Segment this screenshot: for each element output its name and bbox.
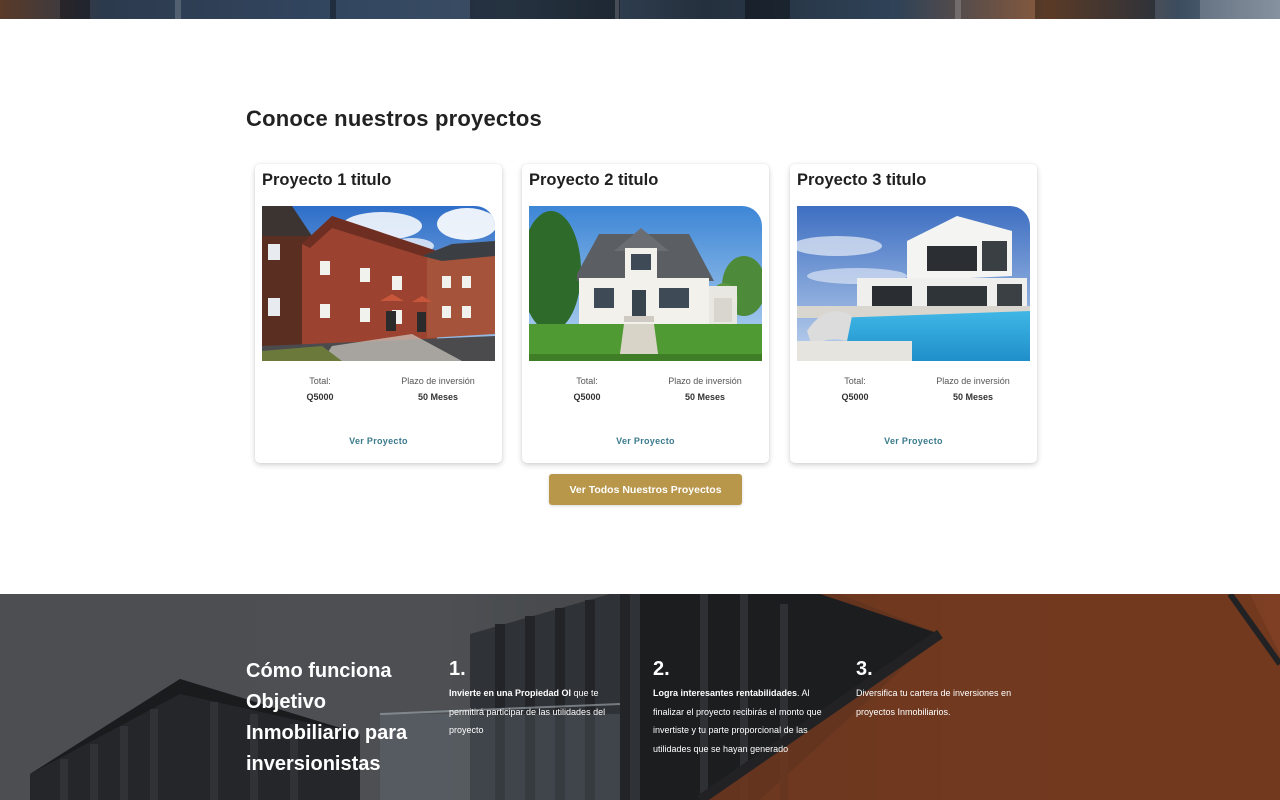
total-value: Q5000 [573, 392, 601, 402]
how-it-works-section: Cómo funciona Objetivo Inmobiliario para… [0, 594, 1280, 800]
step-number: 3. [856, 658, 873, 680]
projects-section-title: Conoce nuestros proyectos [246, 106, 542, 131]
view-all-projects-button[interactable]: Ver Todos Nuestros Proyectos [549, 474, 742, 505]
view-project-link[interactable]: Ver Proyecto [522, 436, 769, 446]
project-card-title: Proyecto 2 titulo [529, 171, 659, 189]
step-3: 3. Diversifica tu cartera de inversiones… [856, 656, 1036, 721]
step-text: Logra interesantes rentabilidades. Al fi… [653, 684, 838, 758]
how-it-works-title: Cómo funciona Objetivo Inmobiliario para… [246, 660, 408, 775]
step-body: Diversifica tu cartera de inversiones en… [856, 688, 1012, 717]
project-card-3: Proyecto 3 titulo Total: Q5000 Plazo de … [790, 164, 1037, 463]
step-number: 1. [449, 658, 466, 680]
hero-image-strip [0, 0, 1280, 19]
project-stats: Total: Q5000 Plazo de inversión 50 Meses [522, 376, 769, 406]
term-label: Plazo de inversión [668, 376, 742, 386]
step-highlight: Logra interesantes rentabilidades [653, 688, 798, 698]
term-label: Plazo de inversión [936, 376, 1010, 386]
white-suburban-house-image [529, 206, 762, 361]
total-label: Total: [844, 376, 866, 386]
total-value: Q5000 [306, 392, 334, 402]
term-value: 50 Meses [417, 392, 459, 402]
step-text: Invierte en una Propiedad OI que te perm… [449, 684, 634, 740]
project-cards: Proyecto 1 titulo Total: Q5000 Plazo de … [255, 164, 1037, 464]
total-stat: Total: Q5000 [525, 376, 649, 402]
project-card-2: Proyecto 2 titulo Total: Q5000 Plazo de … [522, 164, 769, 463]
view-project-link[interactable]: Ver Proyecto [255, 436, 502, 446]
project-card-1: Proyecto 1 titulo Total: Q5000 Plazo de … [255, 164, 502, 463]
view-project-link[interactable]: Ver Proyecto [790, 436, 1037, 446]
step-text: Diversifica tu cartera de inversiones en… [856, 684, 1036, 721]
term-stat: Plazo de inversión 50 Meses [376, 376, 500, 402]
total-label: Total: [309, 376, 331, 386]
step-number: 2. [653, 658, 670, 680]
total-label: Total: [576, 376, 598, 386]
step-2: 2. Logra interesantes rentabilidades. Al… [653, 656, 838, 758]
term-stat: Plazo de inversión 50 Meses [643, 376, 767, 402]
step-1: 1. Invierte en una Propiedad OI que te p… [449, 656, 634, 740]
total-stat: Total: Q5000 [258, 376, 382, 402]
term-stat: Plazo de inversión 50 Meses [911, 376, 1035, 402]
term-label: Plazo de inversión [401, 376, 475, 386]
modern-house-pool-image [797, 206, 1030, 361]
brick-townhouses-image [262, 206, 495, 361]
project-card-title: Proyecto 3 titulo [797, 171, 927, 189]
project-stats: Total: Q5000 Plazo de inversión 50 Meses [790, 376, 1037, 406]
total-value: Q5000 [841, 392, 869, 402]
step-highlight: Invierte en una Propiedad OI [449, 688, 572, 698]
building-background-image [0, 594, 1280, 800]
project-stats: Total: Q5000 Plazo de inversión 50 Meses [255, 376, 502, 406]
total-stat: Total: Q5000 [793, 376, 917, 402]
term-value: 50 Meses [952, 392, 994, 402]
term-value: 50 Meses [684, 392, 726, 402]
project-card-title: Proyecto 1 titulo [262, 171, 392, 189]
